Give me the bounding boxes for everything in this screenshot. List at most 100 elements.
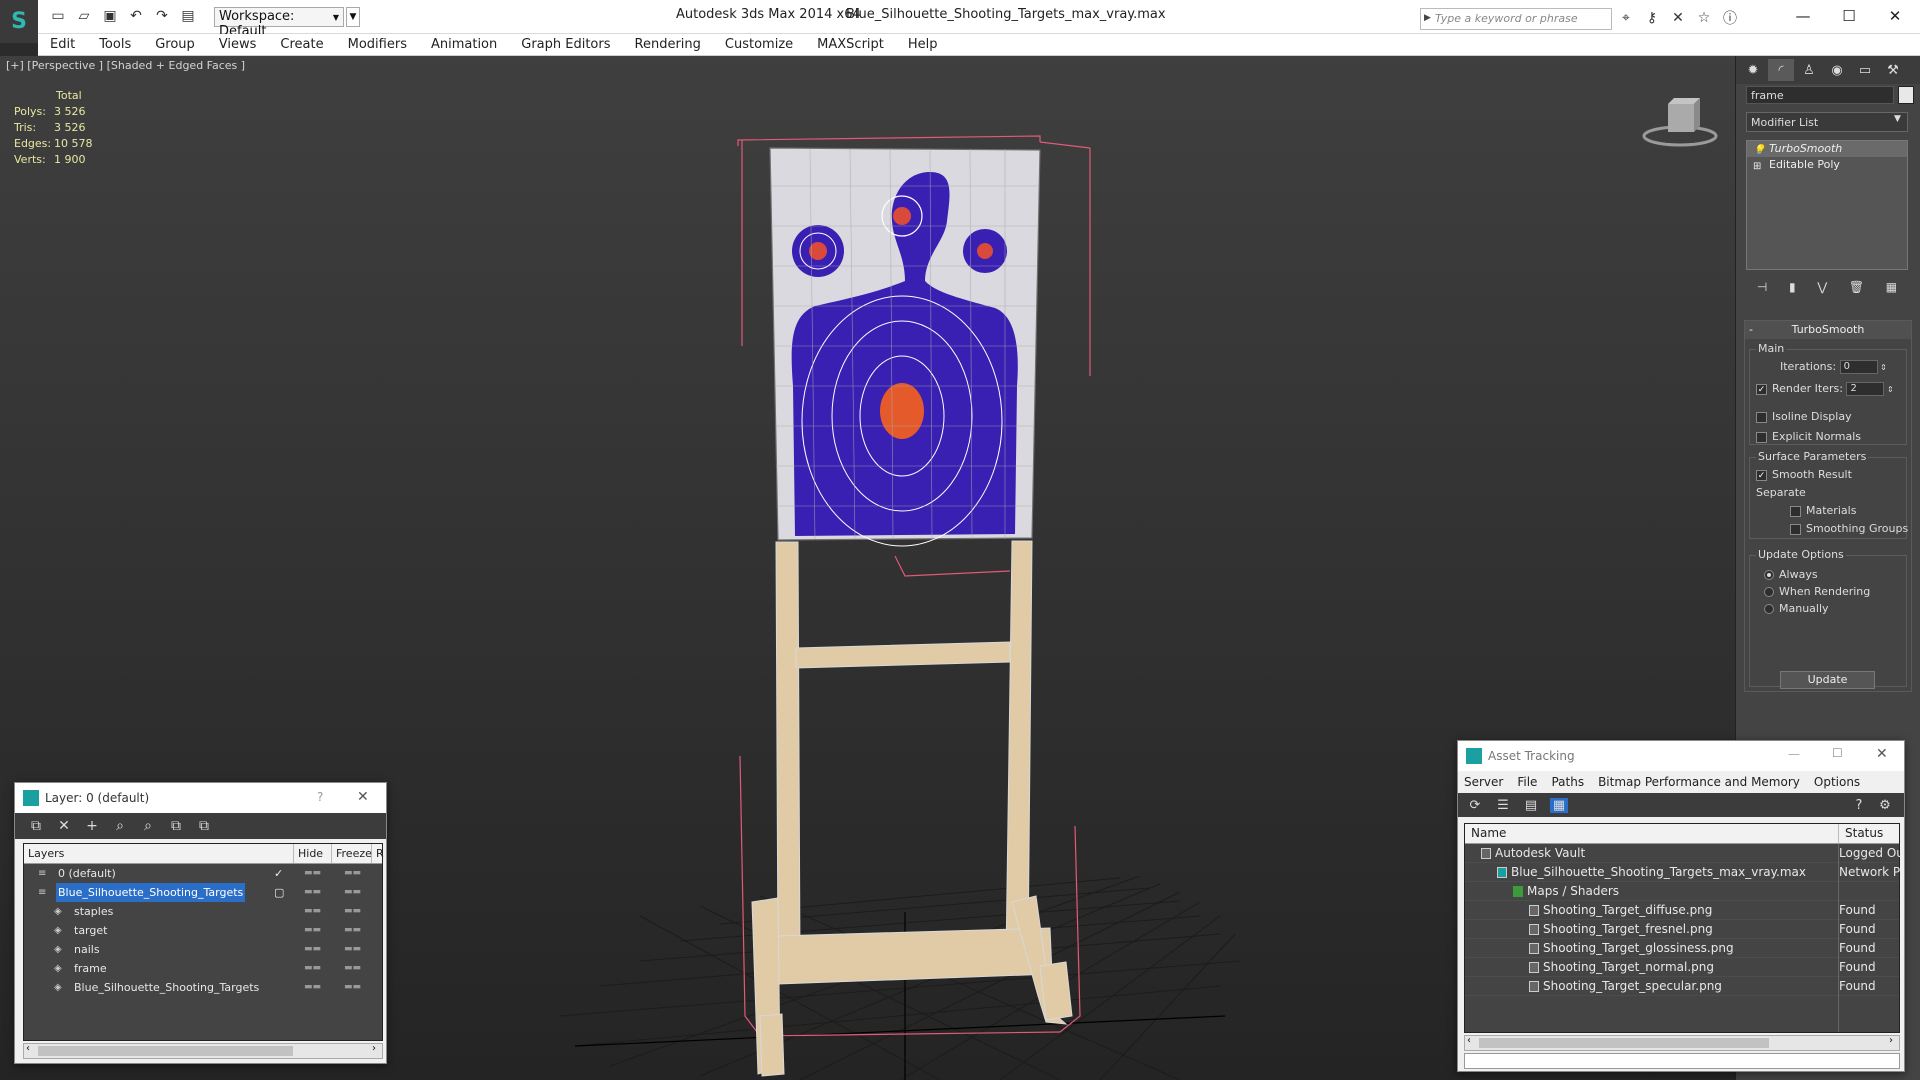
freeze-toggle[interactable]: ▬▬ [344, 940, 361, 959]
app-logo-icon[interactable]: S [0, 0, 38, 43]
render-iters-spinner[interactable]: 2 [1846, 382, 1885, 396]
motion-tab-icon[interactable]: ◉ [1824, 59, 1850, 81]
freeze-toggle[interactable]: ▬▬ [344, 921, 361, 940]
asset-menu-file[interactable]: File [1517, 775, 1537, 789]
menu-views[interactable]: Views [207, 34, 269, 56]
delete-layer-icon[interactable]: ✕ [55, 818, 73, 834]
configure-sets-icon[interactable]: ▦ [1886, 280, 1897, 294]
when-rendering-radio[interactable] [1764, 587, 1774, 597]
asset-dialog-titlebar[interactable]: Asset Tracking — ☐ ✕ [1458, 741, 1904, 771]
asset-row[interactable]: Shooting_Target_glossiness.png Found [1465, 939, 1899, 958]
asset-row[interactable]: Shooting_Target_diffuse.png Found [1465, 901, 1899, 920]
object-name-field[interactable]: frame [1746, 86, 1894, 104]
hide-toggle[interactable]: ▬▬ [304, 940, 321, 959]
horizontal-scrollbar[interactable]: ‹ › [23, 1043, 383, 1059]
hide-toggle[interactable]: ▬▬ [304, 864, 321, 883]
minimize-icon[interactable]: — [1780, 0, 1826, 32]
workspace-dropdown[interactable]: Workspace: Default ▼ [214, 7, 344, 39]
menu-tools[interactable]: Tools [87, 34, 143, 56]
key-icon[interactable]: ⚷ [1642, 8, 1662, 28]
menu-group[interactable]: Group [143, 34, 207, 56]
create-tab-icon[interactable]: ✹ [1740, 59, 1766, 81]
expand-plus-icon[interactable]: ⊞ [1753, 159, 1761, 175]
make-unique-icon[interactable]: ⋁ [1817, 280, 1827, 294]
spinner-arrows-icon[interactable]: ⇕ [1878, 363, 1887, 372]
horizontal-scrollbar[interactable]: ‹ › [1464, 1035, 1900, 1051]
freeze-toggle[interactable]: ▬▬ [344, 978, 361, 997]
menu-help[interactable]: Help [896, 34, 950, 56]
redo-icon[interactable]: ↷ [152, 6, 172, 26]
hide-toggle[interactable]: ▬▬ [304, 921, 321, 940]
modifier-stack[interactable]: 💡 TurboSmooth ⊞ Editable Poly [1746, 140, 1908, 270]
asset-row[interactable]: Shooting_Target_specular.png Found [1465, 977, 1899, 996]
menu-customize[interactable]: Customize [713, 34, 805, 56]
materials-checkbox[interactable] [1790, 505, 1801, 517]
layer-row[interactable]: ◈ frame ▬▬ ▬▬ [24, 959, 382, 978]
list-view-icon[interactable]: ☰ [1494, 798, 1512, 813]
open-file-icon[interactable]: ▱ [74, 6, 94, 26]
asset-row[interactable]: Blue_Silhouette_Shooting_Targets_max_vra… [1465, 863, 1901, 882]
highlight-layer-icon[interactable]: ⌕ [139, 818, 157, 834]
layer-tree[interactable]: Layers Hide Freeze R ≡ 0 (default) ▬▬ ▬▬ ✓ ≡ B… [23, 843, 384, 1041]
freeze-toggle[interactable]: ▬▬ [344, 959, 361, 978]
menu-create[interactable]: Create [268, 34, 335, 56]
thumbnail-view-icon[interactable]: ▤ [1522, 798, 1540, 813]
asset-menu-bitmap-performance-and-memory[interactable]: Bitmap Performance and Memory [1598, 775, 1800, 789]
layer-row[interactable]: ≡ 0 (default) ▬▬ ▬▬ ✓ [24, 864, 382, 883]
spinner-arrows-icon[interactable]: ⇕ [1884, 385, 1894, 394]
asset-menu-paths[interactable]: Paths [1551, 775, 1584, 789]
viewport-label[interactable]: [+] [Perspective ] [Shaded + Edged Faces… [6, 59, 245, 72]
asset-row[interactable]: Shooting_Target_fresnel.png Found [1465, 920, 1899, 939]
hierarchy-tab-icon[interactable]: ♙ [1796, 59, 1822, 81]
refresh-icon[interactable]: ⟳ [1466, 798, 1484, 813]
modify-tab-icon[interactable]: ◜ [1768, 59, 1794, 81]
scroll-right-icon[interactable]: › [372, 1043, 376, 1054]
always-radio[interactable] [1764, 570, 1774, 580]
menu-edit[interactable]: Edit [38, 34, 87, 56]
layer-row[interactable]: ◈ staples ▬▬ ▬▬ [24, 902, 382, 921]
col-freeze[interactable]: Freeze [332, 844, 372, 863]
modifier-list-dropdown[interactable]: Modifier List [1746, 112, 1908, 132]
explicit-normals-checkbox[interactable] [1756, 431, 1767, 443]
show-end-result-icon[interactable]: ▮ [1789, 280, 1796, 294]
layer-row[interactable]: ≡ Blue_Silhouette_Shooting_Targets ▬▬ ▬▬ ▢ [24, 883, 382, 902]
col-hide[interactable]: Hide [294, 844, 332, 863]
rollout-header[interactable]: - TurboSmooth [1745, 321, 1911, 339]
scroll-left-icon[interactable]: ‹ [26, 1043, 30, 1054]
display-tab-icon[interactable]: ▭ [1852, 59, 1878, 81]
current-layer-check-icon[interactable]: ✓ [274, 864, 283, 883]
stack-item-turbosmooth[interactable]: 💡 TurboSmooth [1747, 141, 1907, 157]
col-status[interactable]: Status [1839, 824, 1889, 843]
freeze-all-icon[interactable]: ⧉ [195, 818, 213, 834]
qat-options-icon[interactable]: ▼ [346, 7, 360, 27]
layer-row[interactable]: ◈ Blue_Silhouette_Shooting_Targets ▬▬ ▬▬ [24, 978, 382, 997]
asset-row[interactable]: Maps / Shaders [1465, 882, 1899, 901]
help-icon[interactable]: ⓘ [1720, 8, 1740, 28]
isoline-checkbox[interactable] [1756, 411, 1767, 423]
exchange-icon[interactable]: ✕ [1668, 8, 1688, 28]
star-icon[interactable]: ☆ [1694, 8, 1714, 28]
wooden-frame[interactable] [751, 540, 1073, 1077]
scroll-thumb[interactable] [38, 1046, 293, 1056]
maximize-icon[interactable]: ☐ [1826, 0, 1872, 32]
menu-animation[interactable]: Animation [419, 34, 509, 56]
object-color-swatch[interactable] [1898, 86, 1914, 104]
create-layer-icon[interactable]: ⧉ [27, 818, 45, 834]
add-to-layer-icon[interactable]: + [83, 818, 101, 834]
freeze-toggle[interactable]: ▬▬ [344, 864, 361, 883]
freeze-toggle[interactable]: ▬▬ [344, 902, 361, 921]
help-icon[interactable]: ? [1850, 798, 1868, 813]
viewcube-icon[interactable] [1640, 94, 1720, 154]
select-objects-icon[interactable]: ⌕ [111, 818, 129, 834]
scroll-right-icon[interactable]: › [1889, 1035, 1893, 1046]
minimize-icon[interactable]: — [1788, 747, 1800, 761]
col-render[interactable]: R [372, 844, 384, 863]
asset-row[interactable]: Shooting_Target_normal.png Found [1465, 958, 1899, 977]
hide-toggle[interactable]: ▬▬ [304, 883, 321, 902]
freeze-toggle[interactable]: ▬▬ [344, 883, 361, 902]
layer-row[interactable]: ◈ target ▬▬ ▬▬ [24, 921, 382, 940]
menu-maxscript[interactable]: MAXScript [805, 34, 896, 56]
iterations-spinner[interactable]: 0 [1839, 360, 1878, 374]
menu-modifiers[interactable]: Modifiers [336, 34, 419, 56]
save-icon[interactable]: ▣ [100, 6, 120, 26]
